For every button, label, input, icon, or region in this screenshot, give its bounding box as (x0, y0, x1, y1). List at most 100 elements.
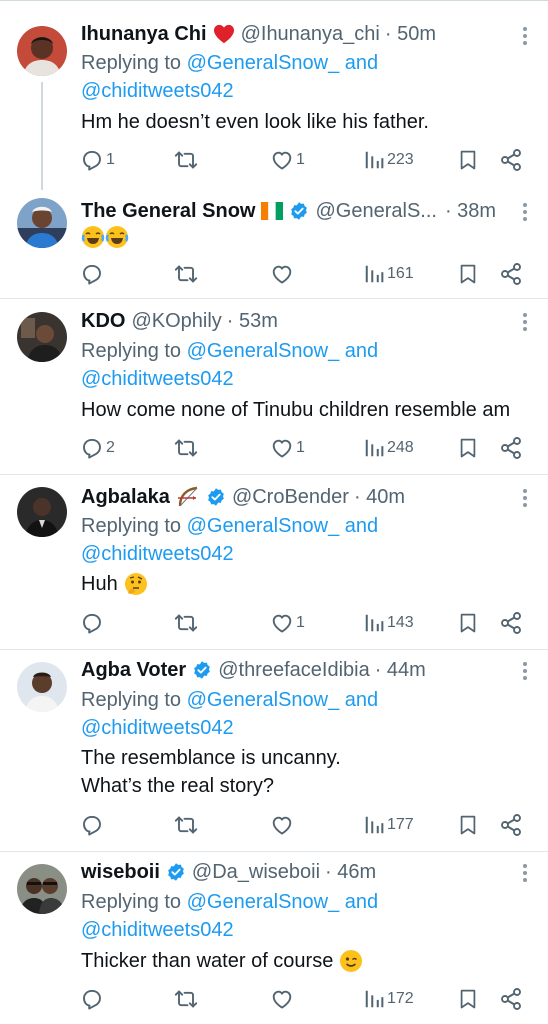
analytics-icon (363, 814, 385, 836)
tweet-item[interactable]: wiseboii @Da_wiseboii · 46m Replying to … (0, 852, 548, 1024)
tweet-text: Hm he doesn’t even look like his father. (81, 111, 429, 133)
user-handle[interactable]: @Ihunanya_chi (241, 21, 380, 47)
avatar[interactable] (17, 26, 67, 76)
share-button[interactable] (499, 435, 523, 461)
more-options-icon[interactable] (522, 864, 528, 884)
user-handle[interactable]: @GeneralS... (315, 198, 436, 224)
like-button[interactable] (270, 261, 294, 287)
retweet-button[interactable] (174, 986, 198, 1012)
share-button[interactable] (499, 812, 523, 838)
mention-link[interactable]: @chiditweets042 (81, 368, 234, 390)
timestamp[interactable]: · 50m (385, 21, 436, 47)
reply-icon (80, 262, 104, 286)
bookmark-button[interactable] (457, 435, 479, 461)
display-name[interactable]: Agba Voter (81, 657, 186, 683)
like-button[interactable] (270, 812, 294, 838)
bookmark-icon (457, 611, 479, 635)
share-button[interactable] (499, 147, 523, 173)
replying-to-continued: @chiditweets042 (81, 78, 234, 104)
analytics-icon (363, 263, 385, 285)
tweet-text: What’s the real story? (81, 775, 275, 797)
timestamp[interactable]: · 38m (445, 198, 496, 224)
display-name[interactable]: KDO (81, 308, 125, 334)
bookmark-button[interactable] (457, 986, 479, 1012)
views-button[interactable]: 177 (363, 812, 414, 838)
reply-button[interactable]: 1 (80, 147, 115, 173)
share-icon (499, 611, 523, 635)
avatar[interactable] (17, 662, 67, 712)
avatar[interactable] (17, 198, 67, 248)
views-button[interactable]: 161 (363, 261, 414, 287)
avatar[interactable] (17, 312, 67, 362)
share-button[interactable] (499, 261, 523, 287)
user-handle[interactable]: @Da_wiseboii (192, 859, 320, 885)
user-handle[interactable]: @threefaceIdibia (218, 657, 370, 683)
bookmark-button[interactable] (457, 261, 479, 287)
mention-link[interactable]: @chiditweets042 (81, 919, 234, 941)
timestamp[interactable]: · 53m (227, 308, 278, 334)
retweet-button[interactable] (174, 147, 198, 173)
thinking-face-icon (124, 572, 148, 596)
replying-to: Replying to @GeneralSnow_ and (81, 687, 378, 713)
like-button[interactable] (270, 986, 294, 1012)
more-options-icon[interactable] (522, 27, 528, 47)
like-button[interactable]: 1 (270, 147, 305, 173)
verified-badge-icon (166, 862, 186, 882)
reply-button[interactable] (80, 986, 104, 1012)
avatar[interactable] (17, 864, 67, 914)
display-name[interactable]: The General Snow (81, 198, 255, 224)
reply-button[interactable] (80, 610, 104, 636)
reply-button[interactable] (80, 261, 104, 287)
timestamp[interactable]: · 40m (354, 484, 405, 510)
reply-button[interactable]: 2 (80, 435, 115, 461)
avatar[interactable] (17, 487, 67, 537)
heart-icon (270, 262, 294, 286)
timestamp[interactable]: · 46m (325, 859, 376, 885)
tweet-text-line: Huh (81, 570, 148, 598)
replying-to-continued: @chiditweets042 (81, 917, 234, 943)
retweet-button[interactable] (174, 261, 198, 287)
more-options-icon[interactable] (522, 313, 528, 333)
display-name[interactable]: wiseboii (81, 859, 160, 885)
user-handle[interactable]: @KOphily (131, 308, 221, 334)
views-button[interactable]: 143 (363, 610, 414, 636)
views-button[interactable]: 172 (363, 986, 414, 1012)
display-name[interactable]: Agbalaka (81, 484, 170, 510)
bookmark-button[interactable] (457, 812, 479, 838)
more-options-icon[interactable] (522, 662, 528, 682)
retweet-button[interactable] (174, 435, 198, 461)
mention-link[interactable]: @GeneralSnow_ and (187, 891, 379, 913)
mention-link[interactable]: @GeneralSnow_ and (187, 515, 379, 537)
tweet-item[interactable]: Ihunanya Chi @Ihunanya_chi · 50m Replyin… (0, 0, 548, 190)
mention-link[interactable]: @chiditweets042 (81, 543, 234, 565)
mention-link[interactable]: @chiditweets042 (81, 80, 234, 102)
like-button[interactable]: 1 (270, 435, 305, 461)
share-button[interactable] (499, 610, 523, 636)
tweet-item[interactable]: The General Snow @GeneralS... · 38m 161 (0, 188, 548, 298)
user-handle[interactable]: @CroBender (232, 484, 349, 510)
tweet-item[interactable]: Agbalaka @CroBender · 40m Replying to @G… (0, 475, 548, 649)
more-options-icon[interactable] (522, 489, 528, 509)
more-options-icon[interactable] (522, 203, 528, 223)
views-button[interactable]: 223 (363, 147, 414, 173)
reply-button[interactable] (80, 812, 104, 838)
tweet-item[interactable]: KDO @KOphily · 53m Replying to @GeneralS… (0, 299, 548, 474)
mention-link[interactable]: @GeneralSnow_ and (187, 340, 379, 362)
bookmark-button[interactable] (457, 147, 479, 173)
bookmark-button[interactable] (457, 610, 479, 636)
like-button[interactable]: 1 (270, 610, 305, 636)
retweet-button[interactable] (174, 610, 198, 636)
retweet-button[interactable] (174, 812, 198, 838)
mention-link[interactable]: @chiditweets042 (81, 717, 234, 739)
mention-link[interactable]: @GeneralSnow_ and (187, 689, 379, 711)
share-icon (499, 262, 523, 286)
tweet-item[interactable]: Agba Voter @threefaceIdibia · 44m Replyi… (0, 650, 548, 851)
share-icon (499, 148, 523, 172)
share-button[interactable] (499, 986, 523, 1012)
views-button[interactable]: 248 (363, 435, 414, 461)
display-name[interactable]: Ihunanya Chi (81, 21, 207, 47)
timestamp[interactable]: · 44m (375, 657, 426, 683)
tweet-header: wiseboii @Da_wiseboii · 46m (81, 859, 376, 885)
verified-badge-icon (289, 201, 309, 221)
mention-link[interactable]: @GeneralSnow_ and (187, 52, 379, 74)
